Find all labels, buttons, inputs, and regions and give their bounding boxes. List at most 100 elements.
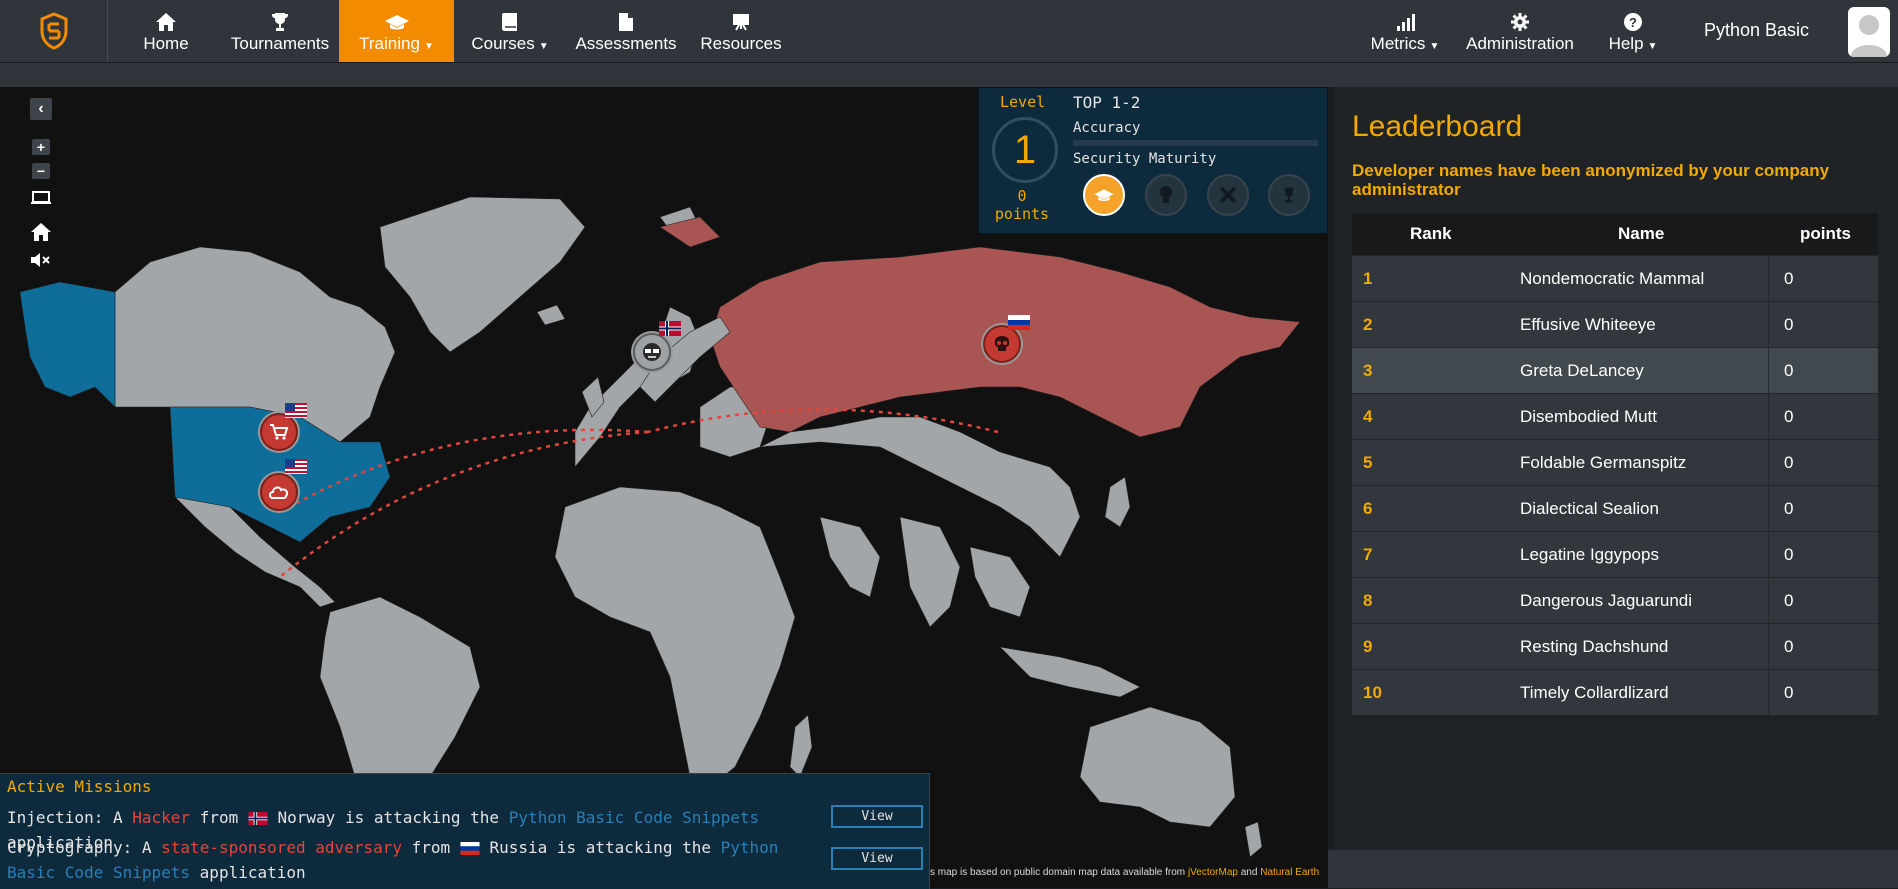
column-divider: [1768, 348, 1769, 393]
maturity-badge-tools[interactable]: [1207, 174, 1249, 216]
column-header-rank: Rank: [1410, 224, 1452, 243]
mute-icon[interactable]: [30, 253, 52, 267]
avatar[interactable]: [1848, 7, 1890, 57]
table-row[interactable]: 2 Effusive Whiteeye 0: [1352, 301, 1878, 347]
column-divider: [1768, 532, 1769, 577]
mission-view-button[interactable]: View: [831, 847, 923, 870]
name-cell: Timely Collardlizard: [1520, 682, 1669, 702]
nav-administration-label: Administration: [1466, 34, 1574, 53]
nav-assessments[interactable]: Assessments: [574, 0, 678, 62]
table-row[interactable]: 3 Greta DeLancey 0: [1352, 347, 1878, 393]
app-logo[interactable]: [0, 0, 108, 62]
mission-app-link[interactable]: Python Basic Code Snippets: [509, 808, 759, 827]
maturity-badge-bulb[interactable]: [1145, 174, 1187, 216]
name-cell: Disembodied Mutt: [1520, 406, 1658, 426]
laptop-icon[interactable]: [30, 191, 52, 205]
mission-actor: state-sponsored adversary: [161, 838, 402, 857]
chevron-down-icon: ▼: [1647, 41, 1658, 52]
mission-view-button[interactable]: View: [831, 805, 923, 828]
points-cell: 0: [1784, 360, 1794, 380]
points-cell: 0: [1784, 406, 1794, 426]
attacker-pin-skull[interactable]: [983, 325, 1021, 363]
active-missions-title: Active Missions: [7, 777, 152, 796]
level-value: 1: [992, 117, 1058, 183]
top-navbar: Home Tournaments Training ▼ Courses ▼ Asse…: [0, 0, 1898, 63]
table-row[interactable]: 8 Dangerous Jaguarundi 0: [1352, 577, 1878, 623]
rank-cell: 1: [1363, 268, 1373, 288]
table-row[interactable]: 9 Resting Dachshund 0: [1352, 623, 1878, 669]
column-divider: [1768, 256, 1769, 301]
current-context-label[interactable]: Python Basic: [1704, 20, 1809, 41]
rank-cell: 4: [1363, 406, 1373, 426]
table-row[interactable]: 4 Disembodied Mutt 0: [1352, 393, 1878, 439]
map-attribution: s map is based on public domain map data…: [930, 867, 1319, 878]
mission-item: Cryptography: A state-sponsored adversar…: [7, 836, 822, 884]
nav-home-label: Home: [143, 34, 189, 53]
name-cell: Resting Dachshund: [1520, 636, 1669, 656]
sub-navbar: [0, 63, 1898, 87]
rank-cell: 10: [1363, 682, 1382, 702]
mission-verb: is attacking the: [556, 838, 711, 857]
column-divider: [1768, 670, 1769, 715]
points-cell: 0: [1784, 544, 1794, 564]
map-country-alaska: [19, 281, 116, 408]
maturity-badge-trophy[interactable]: [1268, 174, 1310, 216]
name-cell: Legatine Iggypops: [1520, 544, 1659, 564]
book-icon: [500, 6, 520, 32]
nav-resources[interactable]: Resources: [700, 0, 782, 62]
user-silhouette-icon: [1851, 15, 1887, 57]
gear-icon: [1510, 6, 1530, 32]
nav-tournaments[interactable]: Tournaments: [230, 0, 330, 62]
presentation-icon: [731, 6, 751, 32]
nav-help[interactable]: ? Help ▼: [1605, 0, 1661, 62]
mission-category: Cryptography:: [7, 838, 133, 857]
attribution-link-jvectormap[interactable]: jVectorMap: [1188, 867, 1238, 878]
home-icon[interactable]: [30, 222, 52, 242]
collapse-icon[interactable]: ‹: [30, 98, 52, 120]
zoom-in-icon[interactable]: +: [32, 139, 50, 155]
target-app-pin-cloud[interactable]: [260, 473, 298, 511]
table-row[interactable]: 5 Foldable Germanspitz 0: [1352, 439, 1878, 485]
nav-training[interactable]: Training ▼: [339, 0, 454, 62]
nav-metrics[interactable]: Metrics ▼: [1367, 0, 1443, 62]
rank-cell: 3: [1363, 360, 1373, 380]
chevron-down-icon: ▼: [1429, 41, 1440, 52]
usa-flag-icon: [285, 459, 307, 474]
table-row[interactable]: 7 Legatine Iggypops 0: [1352, 531, 1878, 577]
points-cell: 0: [1784, 636, 1794, 656]
table-row[interactable]: 10 Timely Collardlizard 0: [1352, 669, 1878, 715]
nav-courses[interactable]: Courses ▼: [467, 0, 553, 62]
trophy-icon: [1284, 187, 1294, 203]
bar-chart-icon: [1395, 6, 1415, 32]
nav-training-label: Training: [359, 34, 420, 53]
cloud-icon: [269, 486, 289, 499]
nav-administration[interactable]: Administration: [1465, 0, 1575, 62]
table-row[interactable]: 1 Nondemocratic Mammal 0: [1352, 255, 1878, 301]
attribution-text: s map is based on public domain map data…: [930, 867, 1186, 878]
rank-cell: 6: [1363, 498, 1373, 518]
russia-flag-icon: [1008, 315, 1030, 330]
column-divider: [1768, 624, 1769, 669]
tools-icon: [1219, 186, 1237, 204]
nav-metrics-label-wrap: Metrics ▼: [1371, 34, 1440, 54]
attribution-link-natural-earth[interactable]: Natural Earth: [1260, 867, 1319, 878]
column-divider: [1768, 486, 1769, 531]
points-cell: 0: [1784, 268, 1794, 288]
rank-cell: 8: [1363, 590, 1373, 610]
zoom-out-icon[interactable]: −: [32, 163, 50, 179]
rank-cell: 9: [1363, 636, 1373, 656]
nav-metrics-label: Metrics: [1370, 34, 1426, 53]
nav-home[interactable]: Home: [125, 0, 207, 62]
chevron-down-icon: ▼: [538, 41, 549, 52]
mission-country: Russia: [489, 838, 548, 857]
target-app-pin-shop[interactable]: [260, 413, 298, 451]
table-row[interactable]: 6 Dialectical Sealion 0: [1352, 485, 1878, 531]
level-label: Level: [1000, 93, 1046, 111]
maturity-badge-education[interactable]: [1083, 174, 1125, 216]
document-icon: [618, 6, 634, 32]
leaderboard-title: Leaderboard: [1352, 110, 1523, 143]
attacker-pin-hacker[interactable]: [633, 333, 671, 371]
mission-actor: Hacker: [132, 808, 191, 827]
column-header-points: points: [1800, 224, 1851, 243]
usa-flag-icon: [285, 403, 307, 418]
